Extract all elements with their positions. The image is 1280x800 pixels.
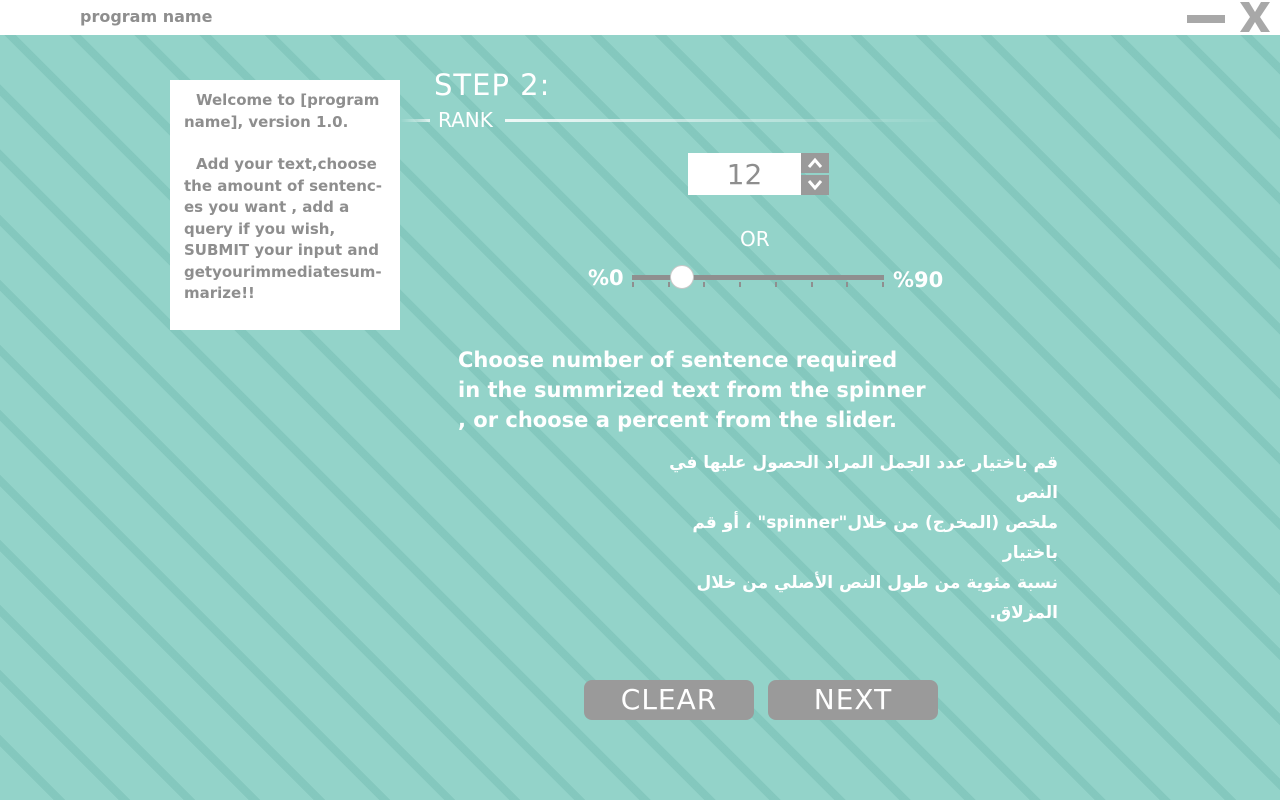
divider-left [400,119,430,122]
close-button[interactable] [1238,1,1272,33]
rank-label: RANK [438,108,493,132]
divider-line [505,119,955,122]
sentence-count-spinner[interactable] [688,153,801,195]
instruction-line: , or choose a percent from the slider. [458,408,897,432]
slider-min-label: %0 [588,266,624,290]
instructions-arabic: قم باختيار عدد الجمل المراد الحصول عليها… [640,448,1058,628]
next-button[interactable]: NEXT [768,680,938,720]
clear-button[interactable]: CLEAR [584,680,754,720]
title-bar: program name [0,0,1280,35]
instruction-line: Choose number of sentence required [458,348,898,372]
chevron-down-icon [807,180,823,191]
spinner-down-button[interactable] [801,175,829,195]
app-window: program name Welcome to [program name], … [0,0,1280,800]
chevron-up-icon [807,157,823,168]
welcome-text: Welcome to [program name], version 1.0. [184,91,380,131]
instructions-english: Choose number of sentence required in th… [458,345,928,435]
instruction-line-ar: نسبة مئوية من طول النص الأصلي من خلال ال… [696,573,1058,623]
percent-slider-thumb[interactable] [670,265,695,289]
instruction-line-ar: ملخص (المخرج) من خلال"spinner" ، أو قم ب… [692,513,1058,563]
slider-tick [703,282,705,287]
slider-max-label: %90 [893,268,944,292]
slider-tick [632,282,634,287]
slider-tick [668,282,670,287]
or-label: OR [740,227,770,251]
minimize-icon [1187,15,1225,23]
slider-tick [882,282,884,287]
slider-tick [846,282,848,287]
welcome-instructions: Add your text,choose the amount of sente… [184,155,383,302]
step-title: STEP 2: [434,68,551,102]
welcome-panel: Welcome to [program name], version 1.0. … [170,80,400,330]
instruction-line-ar: قم باختيار عدد الجمل المراد الحصول عليها… [669,453,1058,503]
spinner-up-button[interactable] [801,153,829,173]
slider-tick [739,282,741,287]
slider-tick [775,282,777,287]
program-name: program name [80,7,213,26]
minimize-button[interactable] [1186,6,1226,30]
close-icon [1240,2,1270,32]
slider-tick [811,282,813,287]
instruction-line: in the summrized text from the spinner [458,378,926,402]
